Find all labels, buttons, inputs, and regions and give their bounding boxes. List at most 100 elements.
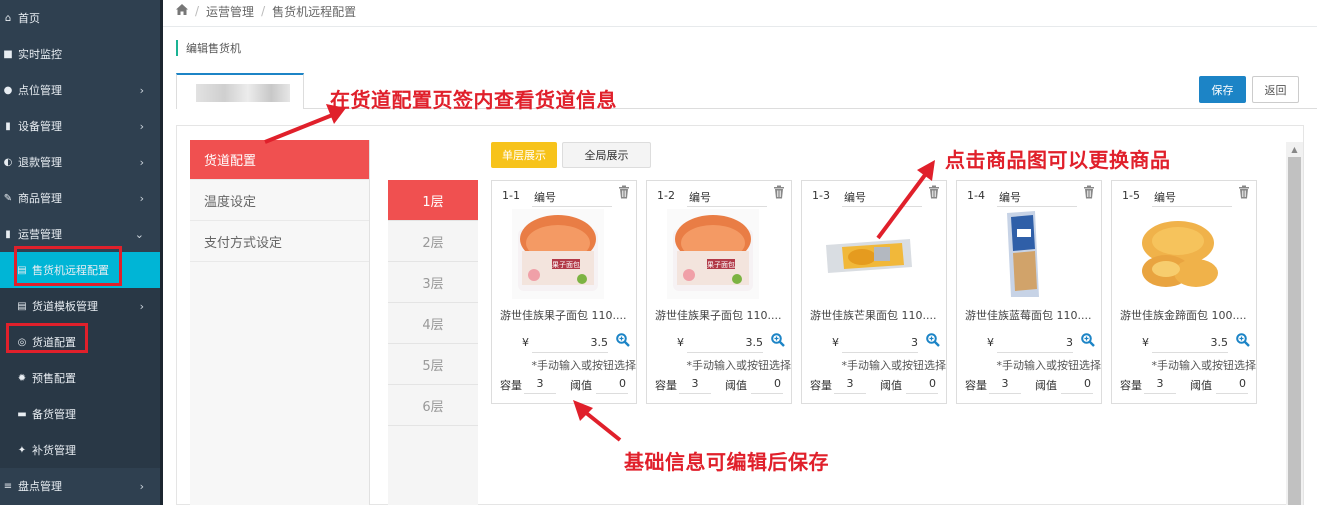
product-image[interactable]: 果子面包 bbox=[667, 209, 759, 299]
capacity-input[interactable]: 3 bbox=[834, 377, 866, 394]
floor-tab-3[interactable]: 3层 bbox=[388, 262, 478, 303]
sidebar-item-8[interactable]: ▤ 货道模板管理 › bbox=[0, 288, 160, 324]
video-icon: ■ bbox=[3, 48, 13, 60]
input-hint: *手动输入或按钮选择 bbox=[1151, 359, 1257, 372]
sidebar-item-5[interactable]: ✎ 商品管理 › bbox=[0, 180, 160, 216]
home-icon[interactable] bbox=[176, 4, 188, 18]
product-image[interactable]: 果子面包 bbox=[512, 209, 604, 299]
floor-tab-5[interactable]: 5层 bbox=[388, 344, 478, 385]
capacity-input[interactable]: 3 bbox=[1144, 377, 1176, 394]
sidebar-item-label: 备货管理 bbox=[32, 408, 76, 421]
left-nav-tab-2[interactable]: 支付方式设定 bbox=[190, 222, 369, 262]
threshold-label: 阈值 bbox=[880, 379, 902, 392]
sidebar-item-4[interactable]: ◐ 退款管理 › bbox=[0, 144, 160, 180]
capacity-label: 容量 bbox=[810, 379, 832, 392]
slot-number-input[interactable] bbox=[842, 206, 922, 207]
floor-tab-4[interactable]: 4层 bbox=[388, 303, 478, 344]
zoom-in-icon[interactable] bbox=[771, 333, 785, 347]
zoom-in-icon[interactable] bbox=[616, 333, 630, 347]
currency-symbol: ¥ bbox=[1142, 336, 1149, 349]
sidebar-item-0[interactable]: ⌂ 首页 bbox=[0, 0, 160, 36]
slot-number-input[interactable] bbox=[997, 206, 1077, 207]
threshold-input[interactable]: 0 bbox=[1216, 377, 1248, 394]
zoom-in-icon[interactable] bbox=[1081, 333, 1095, 347]
slot-number-input[interactable] bbox=[1152, 206, 1232, 207]
capacity-input[interactable]: 3 bbox=[679, 377, 711, 394]
price-underline bbox=[687, 352, 763, 353]
left-nav-tab-0[interactable]: 货道配置 bbox=[190, 140, 369, 180]
capacity-input[interactable]: 3 bbox=[989, 377, 1021, 394]
product-image[interactable] bbox=[822, 209, 914, 299]
trash-icon[interactable] bbox=[1083, 185, 1095, 199]
sidebar-item-12[interactable]: ✦ 补货管理 bbox=[0, 432, 160, 468]
trash-icon[interactable] bbox=[618, 185, 630, 199]
breadcrumb-item-operations[interactable]: 运营管理 bbox=[206, 3, 254, 20]
price-input[interactable]: 3 bbox=[1066, 336, 1073, 349]
sidebar-item-label: 点位管理 bbox=[18, 84, 62, 97]
left-nav-tab-1[interactable]: 温度设定 bbox=[190, 181, 369, 221]
annotation-image-hint: 点击商品图可以更换商品 bbox=[945, 148, 1171, 172]
sidebar-item-1[interactable]: ■ 实时监控 bbox=[0, 36, 160, 72]
slot-id: 1-5 bbox=[1122, 189, 1140, 202]
scrollbar-thumb[interactable] bbox=[1288, 157, 1301, 505]
threshold-label: 阈值 bbox=[1190, 379, 1212, 392]
threshold-input[interactable]: 0 bbox=[751, 377, 783, 394]
annotation-edit-hint: 基础信息可编辑后保存 bbox=[624, 450, 829, 474]
product-image[interactable] bbox=[977, 209, 1069, 299]
price-input[interactable]: 3 bbox=[911, 336, 918, 349]
price-underline bbox=[997, 352, 1073, 353]
breadcrumb-divider bbox=[163, 26, 1317, 27]
all-layers-view-button[interactable]: 全局展示 bbox=[562, 142, 651, 168]
sidebar-item-11[interactable]: ▬ 备货管理 bbox=[0, 396, 160, 432]
sidebar-item-3[interactable]: ▮ 设备管理 › bbox=[0, 108, 160, 144]
scroll-up-arrow-icon[interactable]: ▲ bbox=[1286, 142, 1303, 157]
sidebar-item-label: 盘点管理 bbox=[18, 480, 62, 493]
breadcrumb-separator: / bbox=[261, 4, 266, 18]
slot-id: 1-4 bbox=[967, 189, 985, 202]
svg-text:果子面包: 果子面包 bbox=[707, 260, 735, 269]
slot-number-label: 编号 bbox=[1154, 191, 1176, 204]
price-input[interactable]: 3.5 bbox=[746, 336, 764, 349]
product-name: 游世佳族芒果面包 110.... bbox=[810, 309, 937, 322]
threshold-input[interactable]: 0 bbox=[1061, 377, 1093, 394]
sidebar-item-label: 退款管理 bbox=[18, 156, 62, 169]
capacity-input[interactable]: 3 bbox=[524, 377, 556, 394]
back-button[interactable]: 返回 bbox=[1252, 76, 1299, 103]
floor-tab-6[interactable]: 6层 bbox=[388, 385, 478, 426]
zoom-in-icon[interactable] bbox=[926, 333, 940, 347]
sidebar-item-10[interactable]: ✹ 预售配置 bbox=[0, 360, 160, 396]
bookmark-icon: ▮ bbox=[5, 228, 11, 240]
price-input[interactable]: 3.5 bbox=[1211, 336, 1229, 349]
sidebar-item-label: 预售配置 bbox=[32, 372, 76, 385]
capacity-label: 容量 bbox=[1120, 379, 1142, 392]
slot-number-input[interactable] bbox=[687, 206, 767, 207]
breadcrumb: / 运营管理 / 售货机远程配置 bbox=[176, 2, 356, 20]
threshold-input[interactable]: 0 bbox=[596, 377, 628, 394]
trash-icon[interactable] bbox=[1238, 185, 1250, 199]
sidebar-item-13[interactable]: ≡ 盘点管理 › bbox=[0, 468, 160, 504]
floor-tab-1[interactable]: 1层 bbox=[388, 180, 478, 221]
product-name: 游世佳族果子面包 110.... bbox=[500, 309, 627, 322]
sidebar-item-2[interactable]: ● 点位管理 › bbox=[0, 72, 160, 108]
list-icon: ≡ bbox=[3, 480, 13, 492]
zoom-in-icon[interactable] bbox=[1236, 333, 1250, 347]
single-layer-view-button[interactable]: 单层展示 bbox=[491, 142, 557, 168]
sidebar-item-label: 运营管理 bbox=[18, 228, 62, 241]
slot-number-input[interactable] bbox=[532, 206, 612, 207]
product-name: 游世佳族果子面包 110.... bbox=[655, 309, 782, 322]
price-input[interactable]: 3.5 bbox=[591, 336, 609, 349]
slot-number-label: 编号 bbox=[534, 191, 556, 204]
currency-symbol: ¥ bbox=[677, 336, 684, 349]
save-button[interactable]: 保存 bbox=[1199, 76, 1246, 103]
threshold-input[interactable]: 0 bbox=[906, 377, 938, 394]
slot-number-label: 编号 bbox=[999, 191, 1021, 204]
floor-tab-2[interactable]: 2层 bbox=[388, 221, 478, 262]
trash-icon[interactable] bbox=[928, 185, 940, 199]
section-title: 编辑售货机 bbox=[176, 40, 241, 56]
chevron-right-icon: › bbox=[139, 83, 144, 97]
trash-icon[interactable] bbox=[773, 185, 785, 199]
product-image[interactable] bbox=[1132, 209, 1224, 299]
breadcrumb-separator: / bbox=[195, 4, 200, 18]
slot-card: 1-2 编号 果子面包 游世佳族果子面包 110.... ¥3.5 *手动输入或按钮选择容… bbox=[646, 180, 792, 404]
chevron-right-icon: › bbox=[139, 479, 144, 493]
